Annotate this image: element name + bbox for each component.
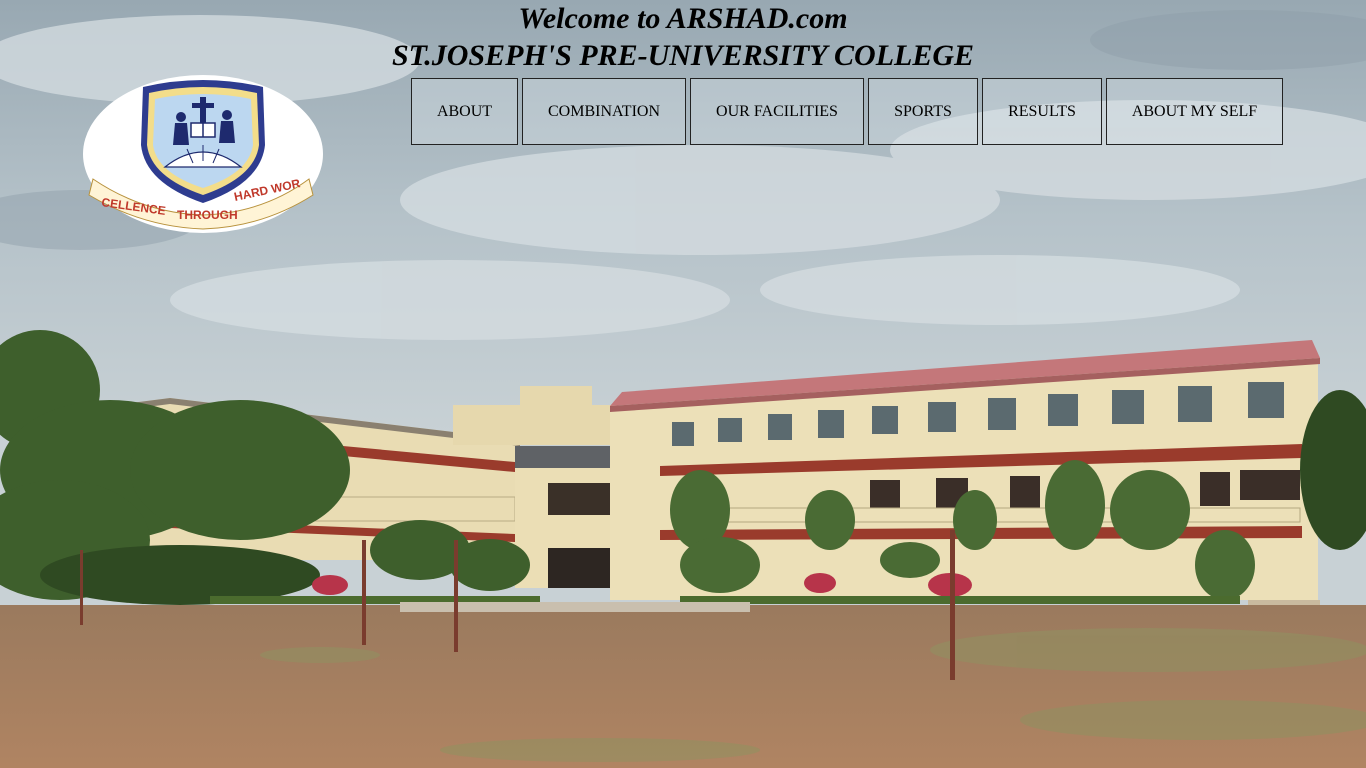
nav-sports-button[interactable]: SPORTS xyxy=(868,78,978,145)
nav-combination-button[interactable]: COMBINATION xyxy=(522,78,686,145)
motto-middle-text: THROUGH xyxy=(177,208,238,222)
main-navigation: ABOUT COMBINATION OUR FACILITIES SPORTS … xyxy=(411,78,1283,147)
nav-our-facilities-button[interactable]: OUR FACILITIES xyxy=(690,78,864,145)
college-logo: CELLENCE THROUGH HARD WOR xyxy=(83,75,323,233)
nav-about-my-self-button[interactable]: ABOUT MY SELF xyxy=(1106,78,1283,145)
welcome-heading: Welcome to ARSHAD.com xyxy=(518,2,848,35)
college-name-heading: ST.JOSEPH'S PRE-UNIVERSITY COLLEGE xyxy=(391,39,975,72)
nav-about-button[interactable]: ABOUT xyxy=(411,78,518,145)
nav-results-button[interactable]: RESULTS xyxy=(982,78,1102,145)
